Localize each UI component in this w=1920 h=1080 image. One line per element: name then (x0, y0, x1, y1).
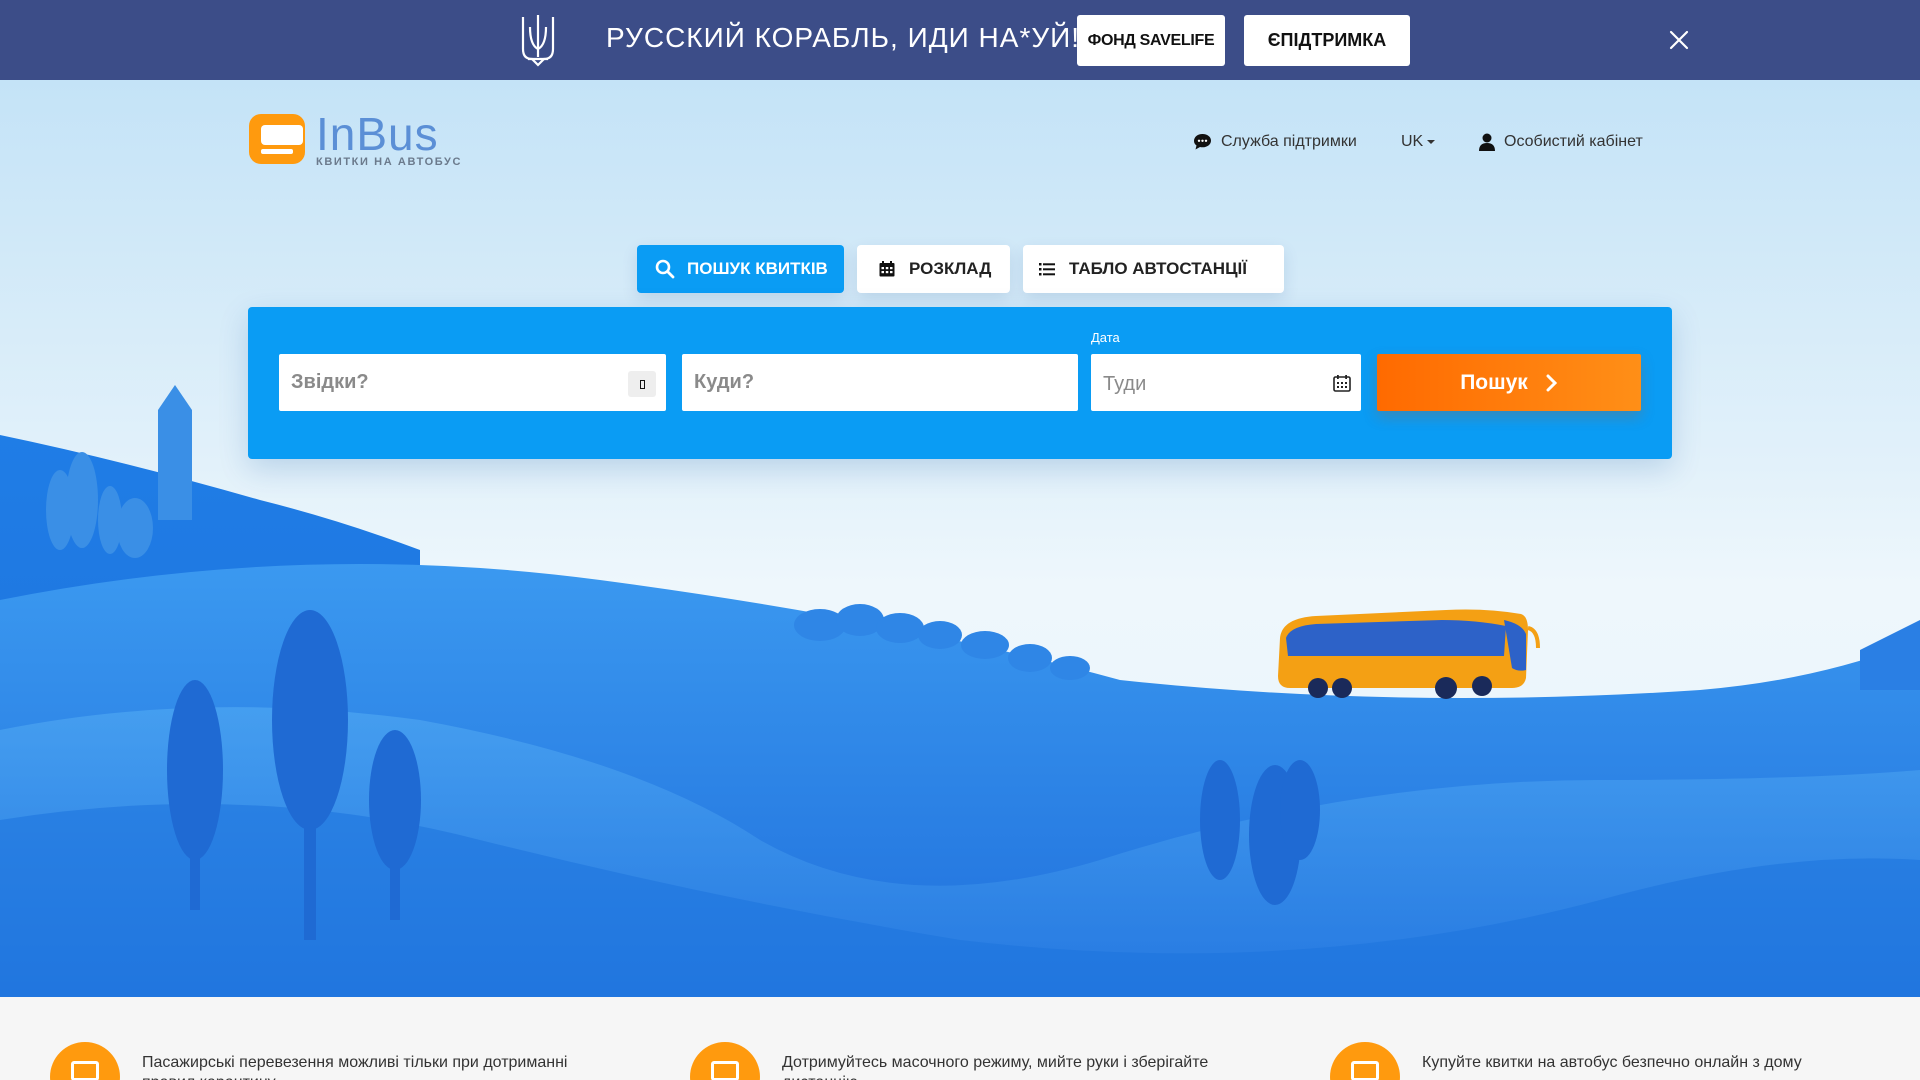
inbus-logo[interactable] (247, 108, 307, 168)
chevron-right-icon (1546, 374, 1557, 391)
search-panel: Дата Пошук (248, 307, 1672, 459)
date-label: Дата (1091, 330, 1120, 345)
logo-tagline: КВИТКИ НА АВТОБУС (316, 156, 462, 168)
language-selector[interactable]: UK (1401, 133, 1436, 151)
hero-section: InBus КВИТКИ НА АВТОБУС Служба підтримки… (0, 80, 1920, 997)
info-text: Дотримуйтесь масочного режиму, мийте рук… (782, 1054, 1209, 1080)
swap-icon[interactable] (628, 371, 656, 397)
search-icon (655, 259, 675, 279)
personal-cabinet-link[interactable]: Особистий кабінет (1479, 133, 1643, 151)
cabinet-label: Особистий кабінет (1504, 133, 1643, 150)
to-field[interactable] (682, 354, 1078, 411)
bus-icon (50, 1042, 120, 1080)
ukraine-support-banner: РУССКИЙ КОРАБЛЬ, ИДИ НА*УЙ! ФОНД SAVELIF… (0, 0, 1920, 80)
search-button-label: Пошук (1460, 370, 1528, 394)
tab-label: ТАБЛО АВТОСТАНЦІЇ (1069, 259, 1247, 278)
esupport-button[interactable]: ЄПІДТРИМКА (1244, 15, 1410, 66)
tab-schedule[interactable]: РОЗКЛАД (857, 245, 1010, 293)
info-text: Купуйте квитки на автобус безпечно онлай… (1422, 1054, 1802, 1071)
close-icon[interactable] (1666, 27, 1692, 53)
hero-illustration (0, 385, 1920, 997)
language-label: UK (1401, 133, 1424, 150)
tab-ticket-search[interactable]: ПОШУК КВИТКІВ (637, 245, 844, 293)
info-text: Пасажирські перевезення можливі тільки п… (142, 1054, 568, 1080)
info-item: Дотримуйтесь масочного режиму, мийте рук… (690, 1042, 1222, 1080)
user-icon (1479, 133, 1495, 151)
tab-station-board[interactable]: ТАБЛО АВТОСТАНЦІЇ (1023, 245, 1284, 293)
chevron-down-icon (1427, 140, 1436, 144)
logo-name[interactable]: InBus (316, 107, 439, 161)
savelife-button[interactable]: ФОНД SAVELIFE (1077, 15, 1225, 66)
info-item: Купуйте квитки на автобус безпечно онлай… (1330, 1042, 1862, 1080)
calendar-icon (879, 261, 895, 277)
info-item: Пасажирські перевезення можливі тільки п… (50, 1042, 582, 1080)
from-input[interactable] (279, 354, 666, 411)
phone-icon (1330, 1042, 1400, 1080)
to-input[interactable] (682, 354, 1078, 411)
banner-slogan: РУССКИЙ КОРАБЛЬ, ИДИ НА*УЙ! (606, 22, 1081, 53)
calendar-icon[interactable] (1333, 374, 1351, 392)
trident-icon (521, 15, 555, 67)
list-icon (1039, 262, 1055, 275)
chat-icon (1194, 134, 1211, 150)
date-field[interactable] (1091, 354, 1361, 411)
support-link[interactable]: Служба підтримки (1193, 133, 1357, 151)
search-button[interactable]: Пошук (1377, 354, 1641, 411)
tab-label: ПОШУК КВИТКІВ (687, 259, 828, 278)
tab-label: РОЗКЛАД (909, 259, 992, 278)
mask-icon (690, 1042, 760, 1080)
support-label: Служба підтримки (1221, 133, 1357, 150)
info-strip: Пасажирські перевезення можливі тільки п… (0, 997, 1920, 1080)
from-field[interactable] (279, 354, 666, 411)
date-input[interactable] (1091, 354, 1361, 411)
